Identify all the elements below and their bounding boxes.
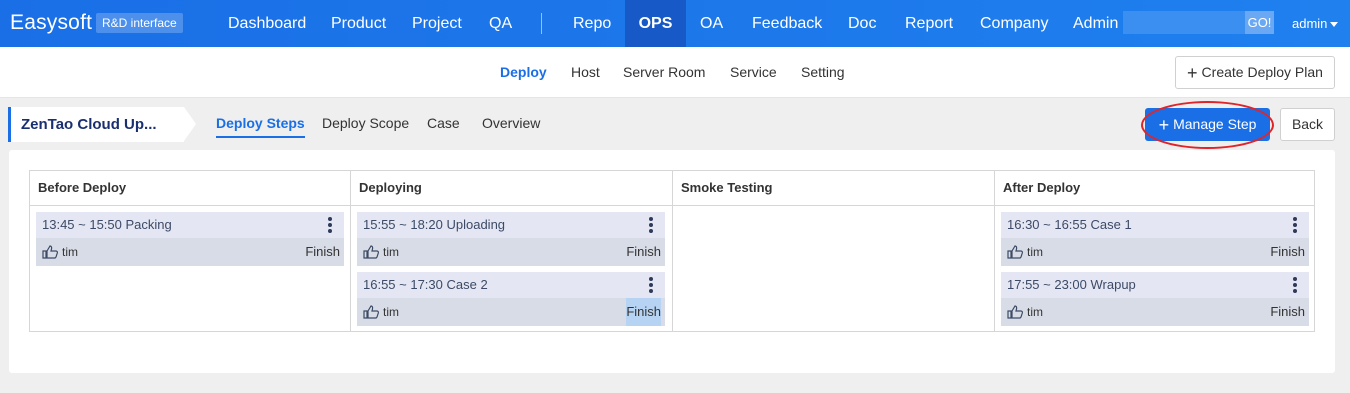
create-deploy-plan-label: Create Deploy Plan: [1201, 64, 1323, 80]
sub-navbar: Deploy Host Server Room Service Setting …: [0, 47, 1350, 98]
nav-project[interactable]: Project: [412, 0, 462, 47]
thumbs-up-icon: [42, 245, 58, 259]
thumbs-up-icon: [1007, 245, 1023, 259]
nav-doc[interactable]: Doc: [848, 0, 876, 47]
column-header: Smoke Testing: [673, 171, 994, 206]
more-menu-icon[interactable]: [649, 277, 653, 293]
manage-step-label: Manage Step: [1173, 116, 1257, 132]
top-navbar: Easysoft R&D interface Dashboard Product…: [0, 0, 1350, 47]
step-time: 13:45 ~ 15:50 Packing: [36, 212, 344, 238]
more-menu-icon[interactable]: [328, 217, 332, 233]
user-name: admin: [1292, 16, 1328, 31]
nav-admin[interactable]: Admin: [1073, 0, 1118, 47]
plan-title: ZenTao Cloud Up...: [8, 107, 196, 142]
step-owner: tim: [363, 298, 399, 326]
step-owner: tim: [42, 238, 78, 266]
steps-board: Before Deploy 13:45 ~ 15:50 Packing tim …: [29, 170, 1315, 332]
plan-title-text: ZenTao Cloud Up...: [8, 107, 184, 142]
back-button[interactable]: Back: [1280, 108, 1335, 141]
subnav-setting[interactable]: Setting: [801, 47, 845, 98]
step-time: 15:55 ~ 18:20 Uploading: [357, 212, 665, 238]
more-menu-icon[interactable]: [649, 217, 653, 233]
tab-deploy-steps[interactable]: Deploy Steps: [216, 107, 305, 142]
nav-report[interactable]: Report: [905, 0, 953, 47]
column-after-deploy: After Deploy 16:30 ~ 16:55 Case 1 tim Fi…: [995, 171, 1314, 331]
tab-deploy-scope[interactable]: Deploy Scope: [322, 107, 409, 142]
subnav-deploy[interactable]: Deploy: [500, 47, 547, 98]
plus-icon: +: [1158, 115, 1170, 135]
step-time: 17:55 ~ 23:00 Wrapup: [1001, 272, 1309, 298]
manage-step-button[interactable]: + Manage Step: [1145, 108, 1270, 141]
nav-company[interactable]: Company: [980, 0, 1048, 47]
deploy-steps-panel: Before Deploy 13:45 ~ 15:50 Packing tim …: [9, 150, 1335, 373]
step-card[interactable]: 15:55 ~ 18:20 Uploading tim Finish: [357, 212, 665, 266]
thumbs-up-icon: [363, 245, 379, 259]
search-input[interactable]: [1123, 11, 1245, 34]
step-time: 16:30 ~ 16:55 Case 1: [1001, 212, 1309, 238]
subnav-service[interactable]: Service: [730, 47, 777, 98]
nav-ops[interactable]: OPS: [625, 0, 686, 47]
step-status: Finish: [626, 244, 661, 259]
nav-dashboard[interactable]: Dashboard: [228, 0, 306, 47]
user-menu[interactable]: admin: [1292, 0, 1339, 47]
step-owner: tim: [363, 238, 399, 266]
step-card[interactable]: 17:55 ~ 23:00 Wrapup tim Finish: [1001, 272, 1309, 326]
more-menu-icon[interactable]: [1293, 277, 1297, 293]
step-owner: tim: [1007, 298, 1043, 326]
nav-oa[interactable]: OA: [700, 0, 723, 47]
create-deploy-plan-button[interactable]: + Create Deploy Plan: [1175, 56, 1335, 89]
nav-repo[interactable]: Repo: [573, 0, 611, 47]
step-owner: tim: [1007, 238, 1043, 266]
tab-overview[interactable]: Overview: [482, 107, 540, 142]
nav-feedback[interactable]: Feedback: [752, 0, 822, 47]
subnav-server-room[interactable]: Server Room: [623, 47, 705, 98]
brand-logo[interactable]: Easysoft: [10, 11, 92, 35]
step-card[interactable]: 16:30 ~ 16:55 Case 1 tim Finish: [1001, 212, 1309, 266]
nav-qa[interactable]: QA: [489, 0, 512, 47]
step-card[interactable]: 16:55 ~ 17:30 Case 2 tim Finish: [357, 272, 665, 326]
tab-case[interactable]: Case: [427, 107, 460, 142]
plan-title-arrow: [184, 107, 196, 141]
column-smoke-testing: Smoke Testing: [673, 171, 995, 331]
step-status: Finish: [305, 244, 340, 259]
subnav-host[interactable]: Host: [571, 47, 600, 98]
nav-product[interactable]: Product: [331, 0, 386, 47]
nav-divider: [541, 13, 542, 34]
thumbs-up-icon: [363, 305, 379, 319]
column-header: Deploying: [351, 171, 672, 206]
interface-badge[interactable]: R&D interface: [96, 13, 183, 33]
step-time: 16:55 ~ 17:30 Case 2: [357, 272, 665, 298]
step-status: Finish: [626, 298, 661, 326]
plus-icon: +: [1187, 63, 1198, 83]
column-before-deploy: Before Deploy 13:45 ~ 15:50 Packing tim …: [30, 171, 351, 331]
search-go-button[interactable]: GO!: [1245, 11, 1274, 34]
column-header: After Deploy: [995, 171, 1314, 206]
chevron-down-icon: [1330, 22, 1339, 28]
step-status: Finish: [1270, 304, 1305, 319]
column-header: Before Deploy: [30, 171, 350, 206]
step-card[interactable]: 13:45 ~ 15:50 Packing tim Finish: [36, 212, 344, 266]
more-menu-icon[interactable]: [1293, 217, 1297, 233]
step-status: Finish: [1270, 244, 1305, 259]
column-deploying: Deploying 15:55 ~ 18:20 Uploading tim Fi…: [351, 171, 673, 331]
thumbs-up-icon: [1007, 305, 1023, 319]
